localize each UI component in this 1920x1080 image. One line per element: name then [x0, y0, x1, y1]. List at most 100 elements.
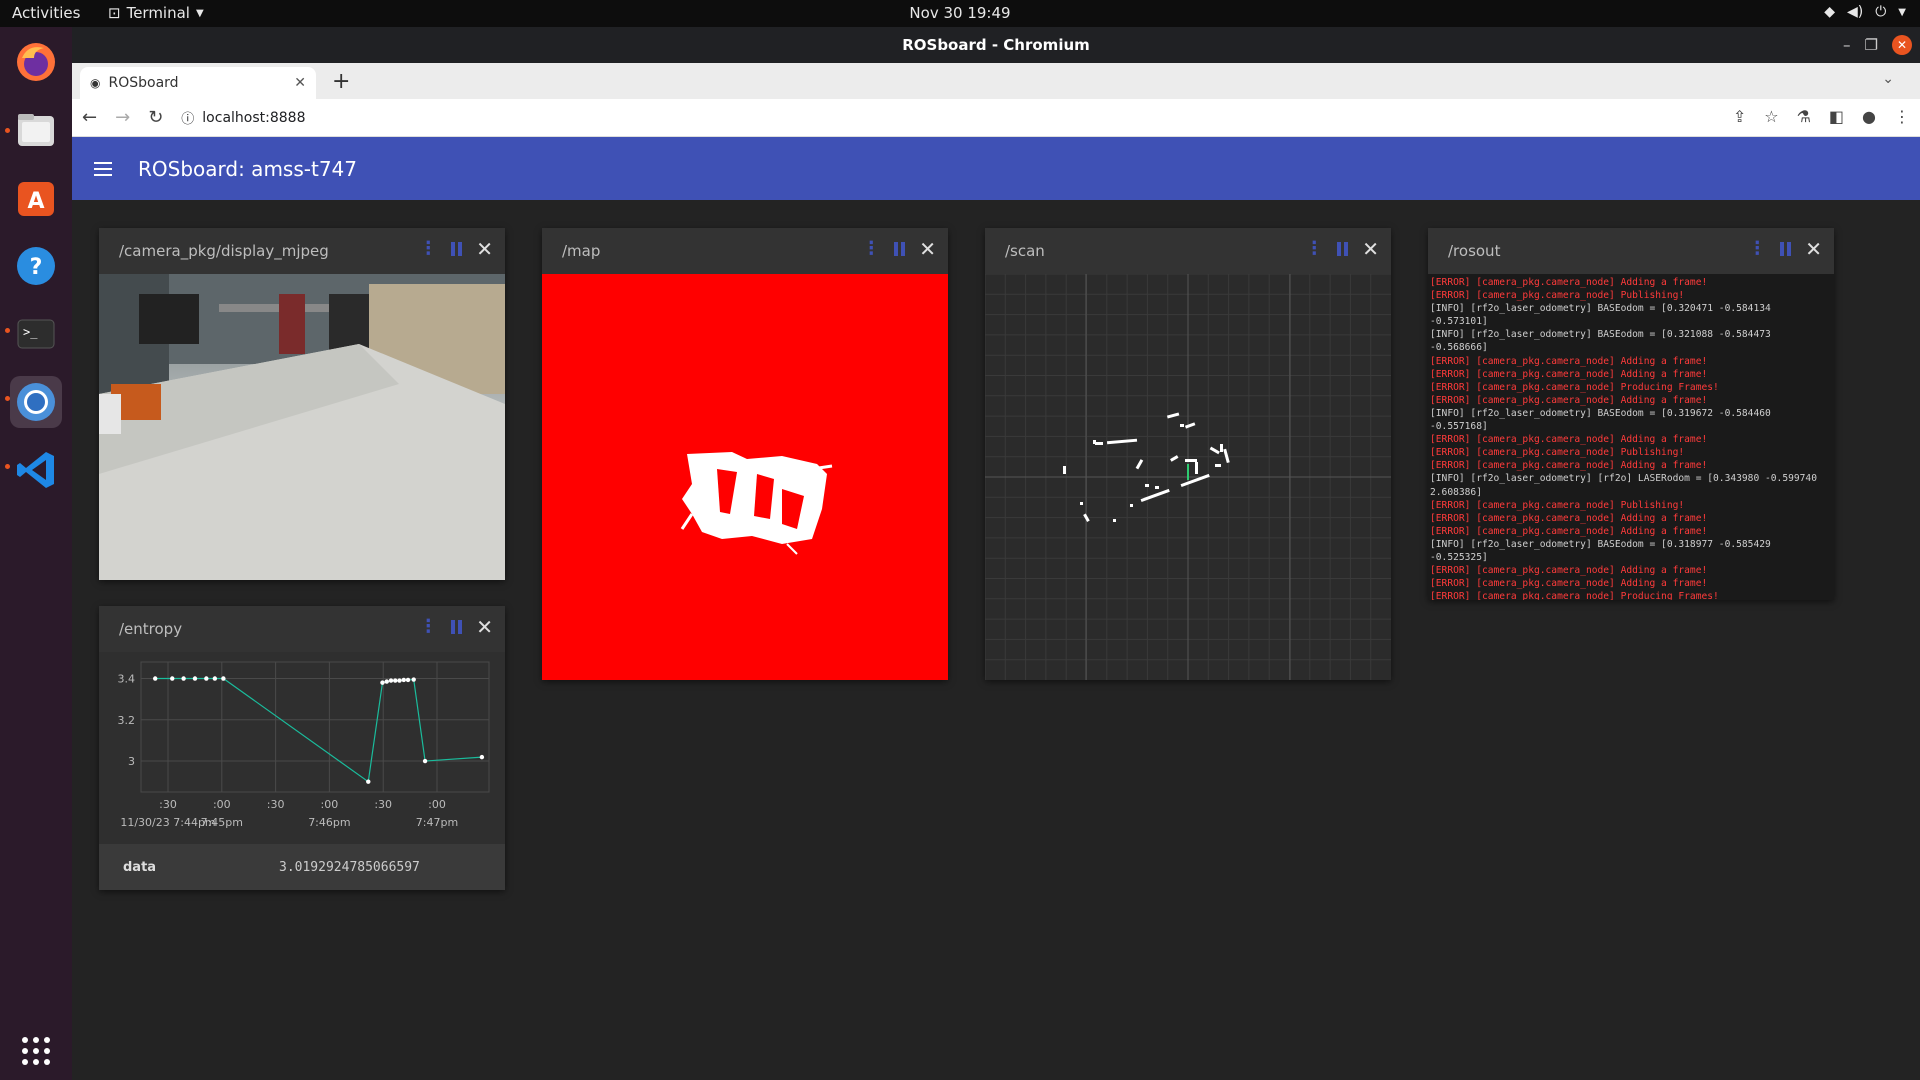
card-menu-icon[interactable]: ⋮ — [1305, 240, 1323, 258]
close-card-icon[interactable]: ✕ — [1805, 239, 1822, 259]
clock[interactable]: Nov 30 19:49 — [909, 4, 1010, 22]
files-icon[interactable] — [10, 104, 62, 156]
hamburger-menu-icon[interactable] — [94, 161, 112, 176]
app-title: ROSboard: amss-t747 — [138, 156, 357, 181]
log-line: [INFO] [rf2o_laser_odometry] BASEodom = … — [1430, 538, 1771, 563]
entropy-data-point — [401, 677, 406, 683]
y-tick-label: 3.4 — [118, 673, 136, 686]
log-line: [INFO] [rf2o_laser_odometry] BASEodom = … — [1430, 329, 1771, 354]
svg-text:A: A — [27, 189, 44, 214]
log-line: [ERROR] [camera_pkg.camera_node] Adding … — [1430, 277, 1708, 288]
browser-tab[interactable]: ◉ ROSboard ✕ — [80, 67, 316, 99]
card-menu-icon[interactable]: ⋮ — [1748, 240, 1766, 258]
system-status-area[interactable]: ◆ ◀) ⏻ ▼ — [1824, 4, 1906, 20]
firefox-icon[interactable] — [10, 36, 62, 88]
chromium-icon[interactable] — [10, 376, 62, 428]
reload-icon[interactable]: ↻ — [148, 107, 163, 128]
volume-icon: ◀) — [1846, 4, 1864, 20]
share-icon[interactable]: ⇪ — [1733, 107, 1746, 126]
software-icon[interactable]: A — [10, 172, 62, 224]
close-card-icon[interactable]: ✕ — [919, 239, 936, 259]
app-menu-label: Terminal — [126, 4, 190, 22]
x-tick-label: :30 — [374, 798, 392, 811]
entropy-data-point — [380, 680, 385, 685]
window-title: ROSboard - Chromium — [902, 36, 1090, 54]
y-tick-label: 3 — [128, 755, 135, 768]
log-line: [ERROR] [camera_pkg.camera_node] Adding … — [1430, 394, 1708, 406]
x-tick-label: :30 — [267, 798, 285, 811]
back-icon[interactable]: ← — [82, 107, 97, 128]
log-line: [ERROR] [camera_pkg.camera_node] Adding … — [1430, 565, 1708, 577]
entropy-data-point — [153, 676, 158, 681]
entropy-data-point — [393, 678, 398, 683]
bookmark-star-icon[interactable]: ☆ — [1764, 107, 1778, 126]
x-tick-sublabel: 7:46pm — [308, 816, 350, 829]
card-header: /entropy ⋮ ✕ — [99, 606, 505, 652]
activities-button[interactable]: Activities — [12, 4, 80, 22]
terminal-icon[interactable]: >_ — [10, 308, 62, 360]
side-panel-icon[interactable]: ◧ — [1829, 107, 1844, 126]
app-grid-icon[interactable] — [10, 1025, 62, 1077]
pause-icon[interactable] — [451, 242, 463, 256]
log-line: [ERROR] [camera_pkg.camera_node] Adding … — [1430, 460, 1708, 472]
browser-toolbar: ← → ↻ ⓘ localhost:8888 ⇪ ☆ ⚗ ◧ ● ⋮ — [72, 99, 1920, 137]
address-bar[interactable]: ⓘ localhost:8888 — [181, 108, 306, 128]
map-free-space — [682, 452, 827, 544]
entropy-data-point — [384, 679, 389, 684]
pause-icon[interactable] — [1337, 242, 1349, 256]
data-value: 3.0192924785066597 — [279, 859, 420, 875]
log-line: [ERROR] [camera_pkg.camera_node] Publish… — [1430, 499, 1685, 511]
info-icon: ⓘ — [181, 112, 195, 127]
close-window-button[interactable]: ✕ — [1892, 35, 1912, 55]
log-line: [ERROR] [camera_pkg.camera_node] Adding … — [1430, 355, 1708, 367]
restore-icon[interactable]: ❐ — [1865, 36, 1878, 54]
app-menu[interactable]: ⊡ Terminal ▼ — [108, 4, 204, 22]
log-line: [ERROR] [camera_pkg.camera_node] Adding … — [1430, 525, 1708, 537]
close-tab-icon[interactable]: ✕ — [294, 75, 306, 91]
browser-window: ROSboard - Chromium – ❐ ✕ ◉ ROSboard ✕ +… — [72, 27, 1920, 1080]
rosout-card: /rosout ⋮ ✕ [ERROR] [camera_pkg.camera_n… — [1428, 228, 1834, 600]
minimize-icon[interactable]: – — [1843, 36, 1851, 54]
camera-image — [99, 274, 505, 580]
url-text: localhost:8888 — [202, 109, 306, 126]
entropy-data-point — [397, 678, 402, 683]
close-card-icon[interactable]: ✕ — [1362, 239, 1379, 259]
forward-icon[interactable]: → — [115, 107, 130, 128]
card-header: /map ⋮ ✕ — [542, 228, 948, 274]
vscode-icon[interactable] — [10, 444, 62, 496]
tab-strip: ◉ ROSboard ✕ + ⌄ — [72, 63, 1920, 99]
tab-title: ROSboard — [108, 75, 179, 91]
rosout-log[interactable]: [ERROR] [camera_pkg.camera_node] Adding … — [1428, 274, 1834, 600]
x-tick-label: :00 — [428, 798, 446, 811]
extensions-icon[interactable]: ⚗ — [1797, 107, 1811, 126]
entropy-data-point — [405, 677, 411, 683]
pause-icon[interactable] — [451, 620, 463, 634]
new-tab-icon[interactable]: + — [332, 69, 350, 94]
terminal-small-icon: ⊡ — [108, 4, 121, 22]
scan-points — [1063, 412, 1230, 522]
tab-favicon-icon: ◉ — [90, 76, 101, 90]
log-line: [ERROR] [camera_pkg.camera_node] Produci… — [1430, 381, 1719, 393]
card-menu-icon[interactable]: ⋮ — [862, 240, 880, 258]
window-titlebar[interactable]: ROSboard - Chromium – ❐ ✕ — [72, 27, 1920, 63]
entropy-chart: 3.4 3.2 3:30 11/30/23 7:44pm:00 7:45pm:30:00… — [99, 652, 505, 844]
close-card-icon[interactable]: ✕ — [476, 239, 493, 259]
profile-icon[interactable]: ● — [1862, 107, 1876, 126]
close-card-icon[interactable]: ✕ — [476, 617, 493, 637]
card-menu-icon[interactable]: ⋮ — [419, 618, 437, 636]
x-tick-label: :00 — [213, 798, 231, 811]
help-icon[interactable]: ? — [10, 240, 62, 292]
map-card: /map ⋮ ✕ — [542, 228, 948, 680]
log-line: [ERROR] [camera_pkg.camera_node] Publish… — [1430, 290, 1685, 302]
log-line: [ERROR] [camera_pkg.camera_node] Publish… — [1430, 447, 1685, 459]
pause-icon[interactable] — [894, 242, 906, 256]
data-value-row: data 3.0192924785066597 — [99, 844, 505, 890]
card-header: /camera_pkg/display_mjpeg ⋮ ✕ — [99, 228, 505, 274]
log-line: [ERROR] [camera_pkg.camera_node] Adding … — [1430, 434, 1708, 446]
log-line: [INFO] [rf2o_laser_odometry] BASEodom = … — [1430, 407, 1771, 433]
card-menu-icon[interactable]: ⋮ — [419, 240, 437, 258]
menu-kebab-icon[interactable]: ⋮ — [1894, 107, 1910, 126]
tab-search-icon[interactable]: ⌄ — [1882, 71, 1894, 87]
x-tick-label: :30 — [159, 798, 177, 811]
pause-icon[interactable] — [1780, 242, 1792, 256]
